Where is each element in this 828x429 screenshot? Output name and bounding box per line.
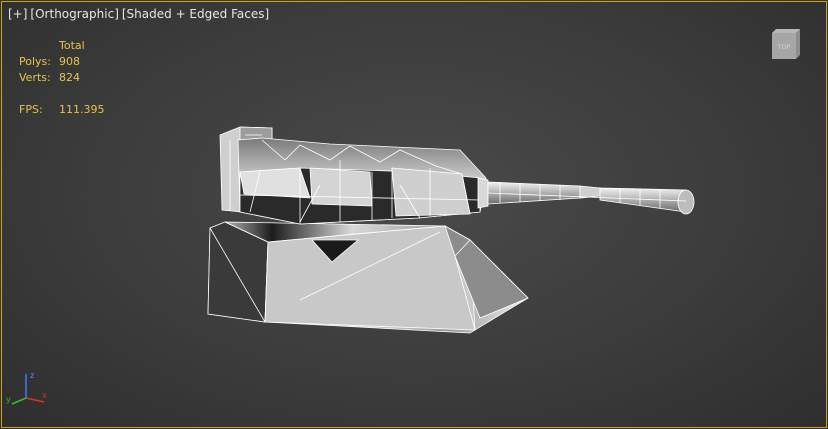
viewport-perspective[interactable]: [+] [Orthographic] [Shaded + Edged Faces… — [0, 0, 828, 429]
axis-x-label: x — [42, 391, 47, 400]
gun-turret-model[interactable] — [0, 0, 828, 429]
axis-tripod-icon: z x y — [6, 371, 47, 405]
axis-y-label: y — [6, 395, 11, 404]
axis-z-label: z — [30, 371, 34, 380]
